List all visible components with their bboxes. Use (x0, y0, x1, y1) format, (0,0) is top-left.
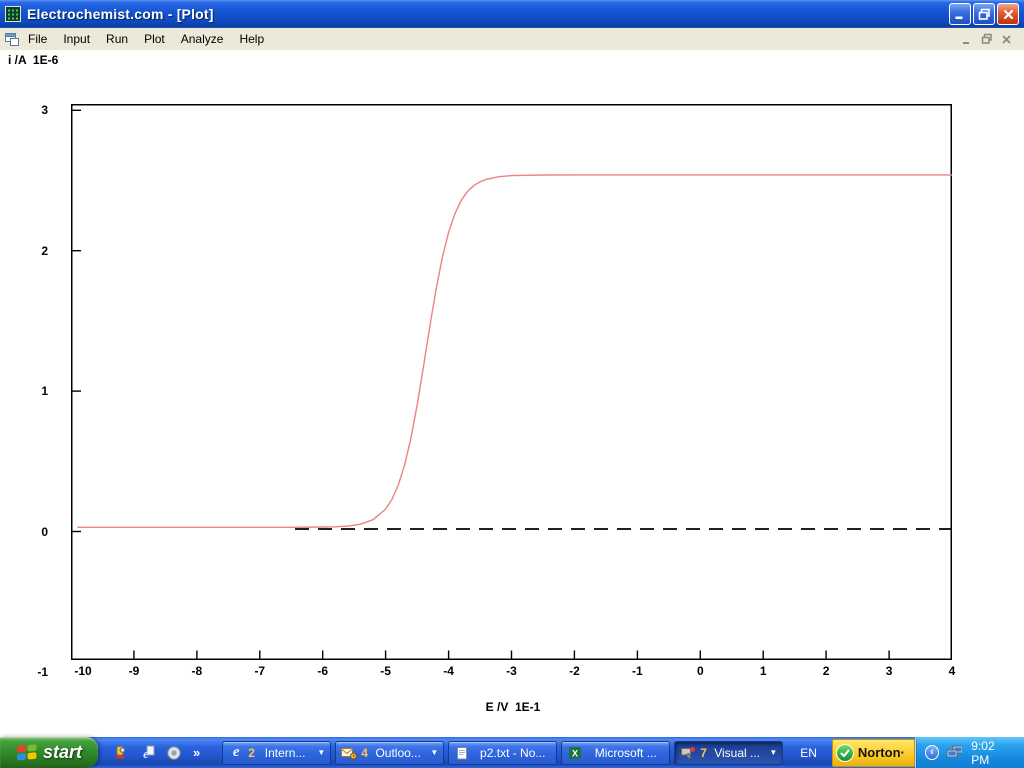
task-group-count: 2 (248, 746, 255, 760)
x-tick-label: -8 (177, 664, 217, 678)
norton-tray-button[interactable]: Norton· (832, 739, 915, 767)
task-group-count: 4 (361, 746, 368, 760)
x-tick-label: -2 (554, 664, 594, 678)
y-tick-label: -1 (8, 665, 48, 679)
x-tick-label: -1 (617, 664, 657, 678)
taskbar-button-outlook[interactable]: 4 Outloo... ▼ (335, 741, 444, 765)
plot-grid-icon (5, 6, 21, 22)
x-tick-label: 0 (680, 664, 720, 678)
tray-collapse-icon[interactable]: ‹ (925, 745, 939, 760)
taskbar-button-visual-app[interactable]: 7 Visual ... ▼ (674, 741, 783, 765)
start-label: start (43, 742, 82, 763)
y-axis-title: i /A 1E-6 (8, 53, 58, 67)
language-indicator[interactable]: EN (791, 746, 826, 760)
y-tick-label: 1 (8, 384, 48, 398)
internet-explorer-icon: e (228, 745, 244, 761)
network-tray-icon[interactable] (946, 745, 962, 761)
y-tick-label: 3 (8, 103, 48, 117)
voltammogram-curve (77, 175, 952, 527)
windows-logo-icon (16, 743, 38, 762)
group-dropdown-icon: ▼ (317, 748, 325, 757)
desktop: { "window": { "title": "Electrochemist.c… (0, 0, 1024, 768)
x-tick-label: -10 (63, 664, 103, 678)
plot-area (71, 104, 952, 660)
mdi-close-button[interactable] (1001, 34, 1012, 45)
svg-text:e: e (143, 746, 149, 761)
mdi-restore-button[interactable] (981, 33, 993, 45)
taskbar-button-notepad[interactable]: p2.txt - No... (448, 741, 557, 765)
x-tick-label: 3 (869, 664, 909, 678)
menu-item-plot[interactable]: Plot (136, 29, 173, 49)
app-launcher-icon[interactable] (112, 745, 128, 761)
x-tick-label: -9 (114, 664, 154, 678)
excel-icon: X (567, 745, 583, 761)
y-tick-label: 0 (8, 525, 48, 539)
close-button[interactable] (997, 3, 1019, 25)
x-tick-label: 2 (806, 664, 846, 678)
start-button[interactable]: start (0, 737, 98, 768)
x-tick-label: -5 (366, 664, 406, 678)
taskbar-button-excel[interactable]: X Microsoft ... (561, 741, 670, 765)
taskbar: start e» e2Intern...▼4Outloo...▼p2.txt -… (0, 737, 1024, 768)
window-title: Electrochemist.com - [Plot] (27, 6, 214, 22)
notepad-icon (454, 745, 470, 761)
menu-item-analyze[interactable]: Analyze (173, 29, 232, 49)
menu-item-file[interactable]: File (20, 29, 55, 49)
x-tick-label: -4 (429, 664, 469, 678)
plot-border (72, 105, 952, 660)
menu-item-help[interactable]: Help (231, 29, 272, 49)
group-dropdown-icon: ▼ (769, 748, 777, 757)
task-button-label: p2.txt - No... (474, 746, 551, 760)
minimize-icon (954, 8, 966, 20)
media-player-icon[interactable] (166, 745, 182, 761)
menu-bar: FileInputRunPlotAnalyzeHelp (0, 28, 1024, 50)
system-tray: ‹ 9:02 PM (915, 737, 1024, 768)
outlook-icon (341, 745, 357, 761)
x-tick-label: 1 (743, 664, 783, 678)
x-tick-label: 4 (932, 664, 972, 678)
group-dropdown-icon: ▼ (430, 748, 438, 757)
x-axis-title: E /V 1E-1 (433, 700, 593, 714)
mdi-minimize-button[interactable] (962, 34, 973, 45)
mdi-child-icon (4, 31, 20, 47)
task-button-label: Microsoft ... (587, 746, 664, 760)
quick-launch-overflow-icon[interactable]: » (193, 745, 200, 761)
plot-client-area: i /A 1E-6 -10-9-8-7-6-5-4-3-2-1012343210… (0, 50, 1024, 737)
y-tick-label: 2 (8, 244, 48, 258)
quick-launch-bar: e» (98, 745, 212, 761)
title-bar: Electrochemist.com - [Plot] (0, 0, 1024, 28)
restore-button[interactable] (973, 3, 995, 25)
norton-label: Norton· (858, 745, 905, 760)
x-tick-label: -7 (240, 664, 280, 678)
task-button-label: Outloo... (372, 746, 424, 760)
taskbar-button-internet-explorer[interactable]: e2 Intern... ▼ (222, 741, 331, 765)
clock: 9:02 PM (969, 739, 1014, 767)
task-button-label: Intern... (259, 746, 311, 760)
visual-app-icon (680, 745, 696, 761)
x-tick-label: -6 (303, 664, 343, 678)
task-group-count: 7 (700, 746, 707, 760)
task-button-label: Visual ... (711, 746, 763, 760)
close-icon (1002, 8, 1015, 21)
restore-icon (978, 8, 991, 21)
menu-item-input[interactable]: Input (55, 29, 98, 49)
svg-text:X: X (572, 748, 578, 758)
x-tick-label: -3 (492, 664, 532, 678)
internet-explorer-quicklaunch-icon[interactable]: e (139, 745, 155, 761)
menu-item-run[interactable]: Run (98, 29, 136, 49)
norton-check-icon (836, 744, 854, 762)
minimize-button[interactable] (949, 3, 971, 25)
